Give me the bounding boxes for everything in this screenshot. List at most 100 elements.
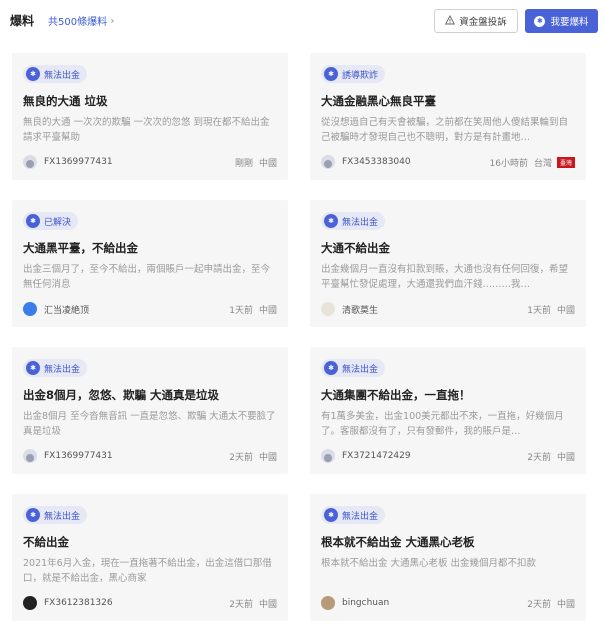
card-description: 根本就不給出金 大通黑心老板 出金幾個月都不扣款 [321,558,537,569]
report-button[interactable]: ✱ 我要爆料 [525,9,598,33]
report-card[interactable]: ✱ 無法出金 出金8個月，忽悠、欺騙 大通真是垃圾 出金8個月 至今沓無音訊 一直… [12,347,288,474]
user-name: FX3453383040 [342,157,411,167]
region: 中國 [258,158,277,169]
card-footer: 汇当凌絶顶 1天前 中國 [23,302,277,316]
category-badge: ✱ 無法出金 [23,65,88,83]
user-name: 汇当凌絶顶 [44,305,90,316]
category-label: 誘導欺詐 [342,70,379,81]
category-badge: ✱ 誘導欺詐 [321,65,386,83]
region: 中國 [258,452,277,463]
report-card[interactable]: ✱ 無法出金 無良的大通 垃圾 無良的大通 一次次的欺騙 一次次的忽悠 到現在都不… [12,53,288,180]
post-time: 剛剛 [234,158,253,169]
user-name: bingchuan [342,598,390,608]
card-description: 無良的大通 一次次的欺騙 一次次的忽悠 到現在都不給出金 請求平臺幫助 [23,117,270,143]
post-time: 2天前 [229,599,253,610]
card-title: 無良的大通 垃圾 [23,94,108,108]
card-footer: FX3612381326 2天前 中國 [23,596,277,610]
page-title: 爆料 [10,14,35,28]
avatar [23,449,37,463]
card-footer: bingchuan 2天前 中國 [321,596,575,610]
post-time: 1天前 [527,305,551,316]
avatar [321,155,335,169]
bug-icon: ✱ [26,214,40,228]
report-card[interactable]: ✱ 已解決 大通黑平臺，不給出金 出金三個月了，至今不給出，兩個賬戶一起申請出金，… [12,200,288,327]
card-description: 出金三個月了，至今不給出，兩個賬戶一起申請出金，至今無任何消息 [23,264,271,290]
bug-icon: ✱ [324,361,338,375]
report-card[interactable]: ✱ 無法出金 根本就不給出金 大通黑心老板 根本就不給出金 大通黑心老板 出金幾個… [310,494,586,621]
report-card[interactable]: ✱ 誘導欺詐 大通金融黑心無良平臺 從沒想過自己有天會被騙，之前都在笑周他人傻結果… [310,53,586,180]
post-time: 2天前 [527,452,551,463]
category-label: 無法出金 [44,511,81,522]
card-footer: FX3453383040 16小時前 台灣 臺灣 [321,155,575,169]
post-time: 16小時前 [489,158,528,169]
card-description: 有1萬多美金，出金100美元都出不來，一直拖，好幾個月了。客服都沒有了，只有發郵… [321,411,564,437]
report-count-link[interactable]: 共500條爆料 › [48,13,115,28]
card-description: 出金8個月 至今沓無音訊 一直是忽悠、欺騙 大通太不要臉了 真是垃圾 [23,411,276,437]
card-title: 根本就不給出金 大通黑心老板 [321,535,475,549]
category-label: 無法出金 [342,217,379,228]
card-footer: FX1369977431 2天前 中國 [23,449,277,463]
bug-icon: ✱ [324,67,338,81]
avatar [23,596,37,610]
complaint-button[interactable]: 資金盤投訴 [434,9,518,33]
post-time: 1天前 [229,305,253,316]
card-footer: FX1369977431 剛剛 中國 [23,155,277,169]
avatar [321,302,335,316]
category-badge: ✱ 無法出金 [23,359,88,377]
region: 中國 [258,599,277,610]
category-label: 無法出金 [342,511,379,522]
category-badge: ✱ 無法出金 [321,359,386,377]
category-label: 已解決 [44,217,72,228]
card-description: 從沒想過自己有天會被騙，之前都在笑周他人傻結果輪到自己被騙時才發現自己也不聰明，… [321,117,569,143]
report-card[interactable]: ✱ 無法出金 不給出金 2021年6月入金，現在一直拖著不給出金，出金這借口那借口… [12,494,288,621]
report-button-label: 我要爆料 [550,17,589,28]
card-description: 出金幾個月一直沒有扣款到賬，大通也沒有任何回復，希望平臺幫忙發促處理，大通還我們… [321,264,569,290]
warning-icon [445,14,456,28]
bug-icon: ✱ [324,508,338,522]
avatar [321,449,335,463]
card-title: 出金8個月，忽悠、欺騙 大通真是垃圾 [23,388,220,402]
user-name: FX3612381326 [44,598,113,608]
category-badge: ✱ 無法出金 [321,212,386,230]
user-name: 清歌莫生 [342,305,379,316]
bug-icon: ✱ [26,361,40,375]
card-title: 大通金融黑心無良平臺 [321,94,436,108]
card-title: 大通集團不給出金，一直拖！ [321,388,471,402]
chevron-right-icon: › [110,14,115,27]
bug-icon: ✱ [26,67,40,81]
category-badge: ✱ 已解決 [23,212,79,230]
user-name: FX1369977431 [44,157,113,167]
category-label: 無法出金 [342,364,379,375]
card-footer: 清歌莫生 1天前 中國 [321,302,575,316]
card-title: 大通不給出金 [321,241,390,255]
card-description: 2021年6月入金，現在一直拖著不給出金，出金這借口那借口，就是不給出金，黑心商… [23,558,272,584]
region: 中國 [556,599,575,610]
complaint-button-label: 資金盤投訴 [459,17,507,28]
avatar [23,155,37,169]
region: 台灣 [533,158,552,169]
category-badge: ✱ 無法出金 [23,506,88,524]
report-count-label: 共500條爆料 [48,17,108,28]
region: 中國 [258,305,277,316]
user-name: FX1369977431 [44,451,113,461]
avatar [321,596,335,610]
user-name: FX3721472429 [342,451,411,461]
report-card[interactable]: ✱ 無法出金 大通不給出金 出金幾個月一直沒有扣款到賬，大通也沒有任何回復，希望平… [310,200,586,327]
card-title: 大通黑平臺，不給出金 [23,241,138,255]
post-time: 2天前 [527,599,551,610]
category-badge: ✱ 無法出金 [321,506,386,524]
region: 中國 [556,305,575,316]
category-label: 無法出金 [44,70,81,81]
report-card[interactable]: ✱ 無法出金 大通集團不給出金，一直拖！ 有1萬多美金，出金100美元都出不來，一… [310,347,586,474]
bug-icon: ✱ [324,214,338,228]
avatar [23,302,37,316]
region-flag-icon: 臺灣 [557,156,575,168]
bug-icon: ✱ [534,15,546,27]
bug-icon: ✱ [26,508,40,522]
category-label: 無法出金 [44,364,81,375]
post-time: 2天前 [229,452,253,463]
page-header: 爆料 共500條爆料 › 資金盤投訴 ✱ 我要爆料 [0,0,606,40]
region: 中國 [556,452,575,463]
card-footer: FX3721472429 2天前 中國 [321,449,575,463]
card-title: 不給出金 [23,535,69,549]
